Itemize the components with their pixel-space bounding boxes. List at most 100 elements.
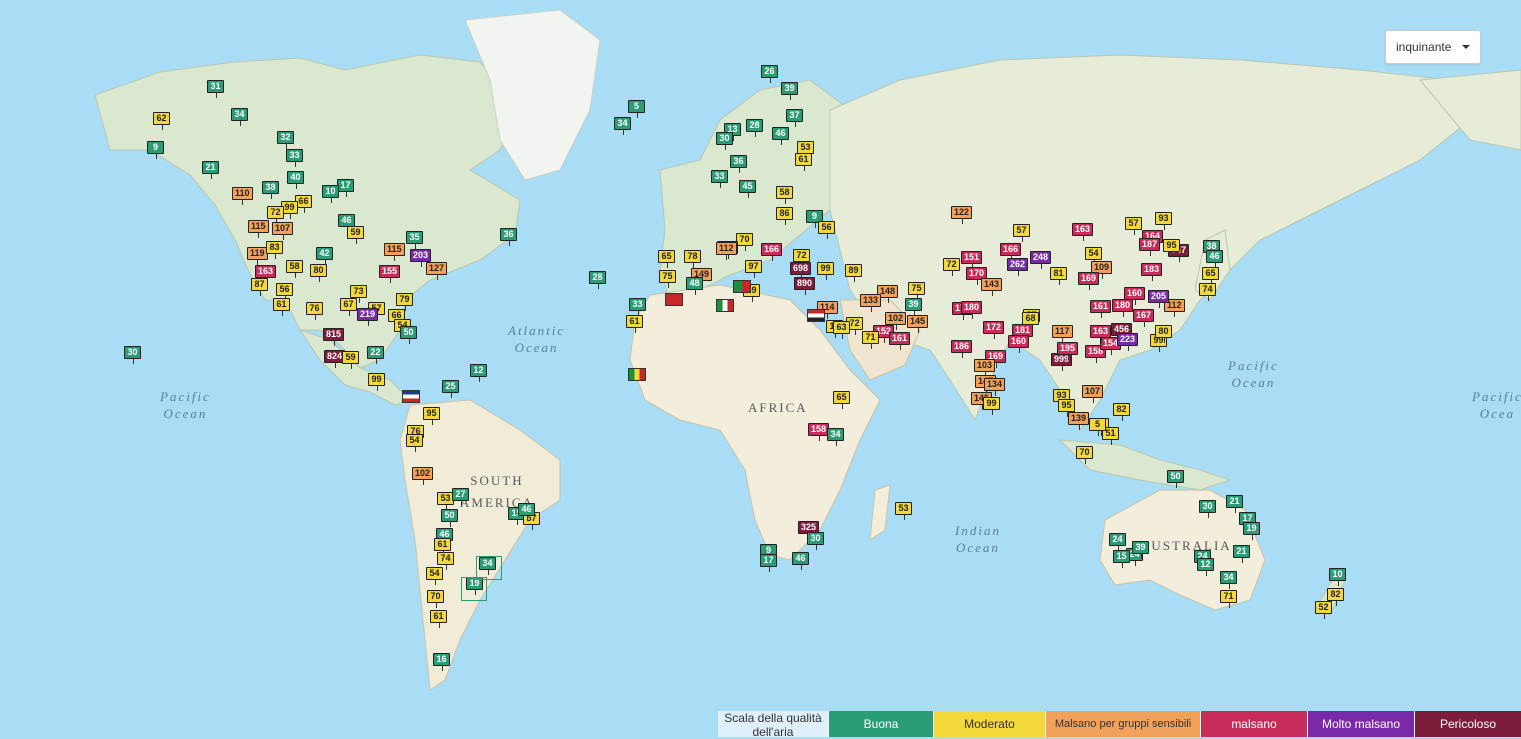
aqi-station-marker[interactable]: 12 [1197, 558, 1214, 576]
aqi-station-marker[interactable]: 110 [232, 187, 253, 205]
aqi-station-marker[interactable]: 119 [247, 247, 268, 265]
aqi-station-marker[interactable]: 74 [437, 552, 454, 570]
aqi-station-marker[interactable]: 56 [818, 221, 835, 239]
aqi-station-marker[interactable]: 187 [1139, 238, 1161, 256]
aqi-station-marker[interactable]: 32 [277, 131, 294, 149]
aqi-station-marker[interactable]: 72 [793, 249, 810, 267]
aqi-station-marker[interactable]: 219 [357, 308, 379, 326]
aqi-station-marker[interactable]: 72 [267, 206, 284, 224]
aqi-station-marker[interactable]: 815 [323, 328, 345, 346]
aqi-station-marker[interactable]: 24 [1109, 533, 1126, 551]
aqi-station-marker[interactable]: 122 [951, 206, 973, 224]
aqi-station-marker[interactable]: 36 [730, 155, 747, 173]
aqi-station-marker[interactable]: 99 [983, 397, 1000, 415]
aqi-station-marker[interactable]: 57 [1013, 224, 1030, 242]
aqi-station-marker[interactable]: 81 [1050, 267, 1067, 285]
aqi-station-marker[interactable]: 93 [1155, 212, 1172, 230]
aqi-station-marker[interactable]: 30 [807, 532, 824, 550]
aqi-station-marker[interactable]: 31 [207, 80, 224, 98]
aqi-station-marker[interactable]: 59 [347, 226, 364, 244]
aqi-station-marker[interactable]: 52 [1315, 601, 1332, 619]
legend-item-molto-malsano[interactable]: Molto malsano [1307, 711, 1414, 737]
aqi-station-marker[interactable]: 99 [368, 373, 385, 391]
aqi-station-marker[interactable]: 262 [1007, 258, 1029, 276]
aqi-station-marker[interactable]: 160 [1124, 287, 1146, 305]
aqi-station-marker[interactable]: 9 [147, 141, 164, 159]
world-map[interactable] [0, 0, 1521, 737]
aqi-station-marker[interactable]: 161 [889, 332, 911, 350]
aqi-station-marker[interactable]: 39 [905, 298, 922, 316]
aqi-station-marker[interactable]: 46 [772, 127, 789, 145]
aqi-station-marker[interactable]: 97 [745, 260, 762, 278]
aqi-station-marker[interactable]: 65 [833, 391, 850, 409]
aqi-station-marker[interactable]: 30 [124, 346, 141, 364]
aqi-station-marker[interactable]: 155 [379, 265, 401, 283]
aqi-station-marker[interactable]: 163 [1072, 223, 1094, 241]
aqi-station-marker[interactable]: 12 [470, 364, 487, 382]
aqi-station-marker[interactable]: 71 [862, 331, 879, 349]
aqi-station-marker[interactable]: 25 [442, 380, 459, 398]
aqi-station-marker[interactable]: 75 [908, 282, 925, 300]
aqi-station-marker[interactable]: 28 [589, 271, 606, 289]
aqi-station-marker[interactable]: 65 [1202, 267, 1219, 285]
aqi-station-marker[interactable]: 56 [276, 283, 293, 301]
aqi-station-marker[interactable]: 28 [746, 119, 763, 137]
pollutant-dropdown[interactable]: inquinante [1385, 30, 1481, 64]
aqi-station-marker[interactable]: 58 [286, 260, 303, 278]
aqi-station-marker[interactable]: 57 [1125, 217, 1142, 235]
aqi-station-marker[interactable]: 166 [761, 243, 783, 261]
aqi-station-marker[interactable]: 87 [251, 278, 268, 296]
aqi-station-marker[interactable]: 890 [794, 277, 816, 295]
aqi-station-marker[interactable]: 54 [1085, 247, 1102, 265]
aqi-station-marker[interactable]: 16 [433, 653, 450, 671]
aqi-station-marker[interactable]: 40 [287, 171, 304, 189]
aqi-station-marker[interactable]: 46 [792, 552, 809, 570]
aqi-station-marker[interactable]: 19 [1243, 522, 1260, 540]
aqi-station-marker[interactable]: 74 [1199, 283, 1216, 301]
station-ring-icon[interactable] [461, 577, 487, 601]
aqi-station-marker[interactable]: 180 [1112, 299, 1134, 317]
flag-icon[interactable] [402, 390, 420, 403]
aqi-station-marker[interactable]: 698 [790, 262, 812, 280]
station-ring-icon[interactable] [476, 556, 502, 580]
aqi-station-marker[interactable]: 34 [231, 108, 248, 126]
aqi-station-marker[interactable]: 183 [1141, 263, 1163, 281]
aqi-station-marker[interactable]: 53 [895, 502, 912, 520]
aqi-station-marker[interactable]: 158 [808, 423, 830, 441]
aqi-station-marker[interactable]: 27 [452, 488, 469, 506]
aqi-station-marker[interactable]: 82 [1327, 588, 1344, 606]
aqi-station-marker[interactable]: 78 [684, 250, 701, 268]
aqi-station-marker[interactable]: 61 [434, 538, 451, 556]
aqi-station-marker[interactable]: 80 [1155, 325, 1172, 343]
aqi-station-marker[interactable]: 54 [406, 434, 423, 452]
aqi-station-marker[interactable]: 21 [1226, 495, 1243, 513]
aqi-station-marker[interactable]: 248 [1030, 251, 1052, 269]
aqi-station-marker[interactable]: 58 [776, 186, 793, 204]
flag-icon[interactable] [733, 280, 751, 293]
aqi-station-marker[interactable]: 46 [1206, 250, 1223, 268]
aqi-station-marker[interactable]: 50 [1167, 470, 1184, 488]
aqi-station-marker[interactable]: 67 [340, 298, 357, 316]
legend-item-buona[interactable]: Buona [828, 711, 933, 737]
aqi-station-marker[interactable]: 46 [518, 503, 535, 521]
aqi-station-marker[interactable]: 143 [981, 278, 1003, 296]
aqi-station-marker[interactable]: 10 [1329, 568, 1346, 586]
legend-item-pericoloso[interactable]: Pericoloso [1414, 711, 1521, 737]
aqi-station-marker[interactable]: 34 [614, 117, 631, 135]
aqi-station-marker[interactable]: 30 [1199, 500, 1216, 518]
aqi-station-marker[interactable]: 48 [686, 277, 703, 295]
aqi-station-marker[interactable]: 205 [1148, 290, 1170, 308]
aqi-station-marker[interactable]: 83 [266, 241, 283, 259]
aqi-station-marker[interactable]: 86 [776, 207, 793, 225]
aqi-station-marker[interactable]: 127 [426, 262, 448, 280]
aqi-station-marker[interactable]: 5 [1089, 418, 1106, 436]
aqi-station-marker[interactable]: 95 [1163, 239, 1180, 257]
aqi-station-marker[interactable]: 17 [337, 179, 354, 197]
aqi-station-marker[interactable]: 70 [427, 590, 444, 608]
aqi-station-marker[interactable]: 61 [626, 315, 643, 333]
aqi-station-marker[interactable]: 10 [322, 185, 339, 203]
aqi-station-marker[interactable]: 34 [827, 428, 844, 446]
aqi-station-marker[interactable]: 223 [1117, 333, 1139, 351]
aqi-station-marker[interactable]: 50 [441, 509, 458, 527]
aqi-station-marker[interactable]: 133 [860, 294, 882, 312]
